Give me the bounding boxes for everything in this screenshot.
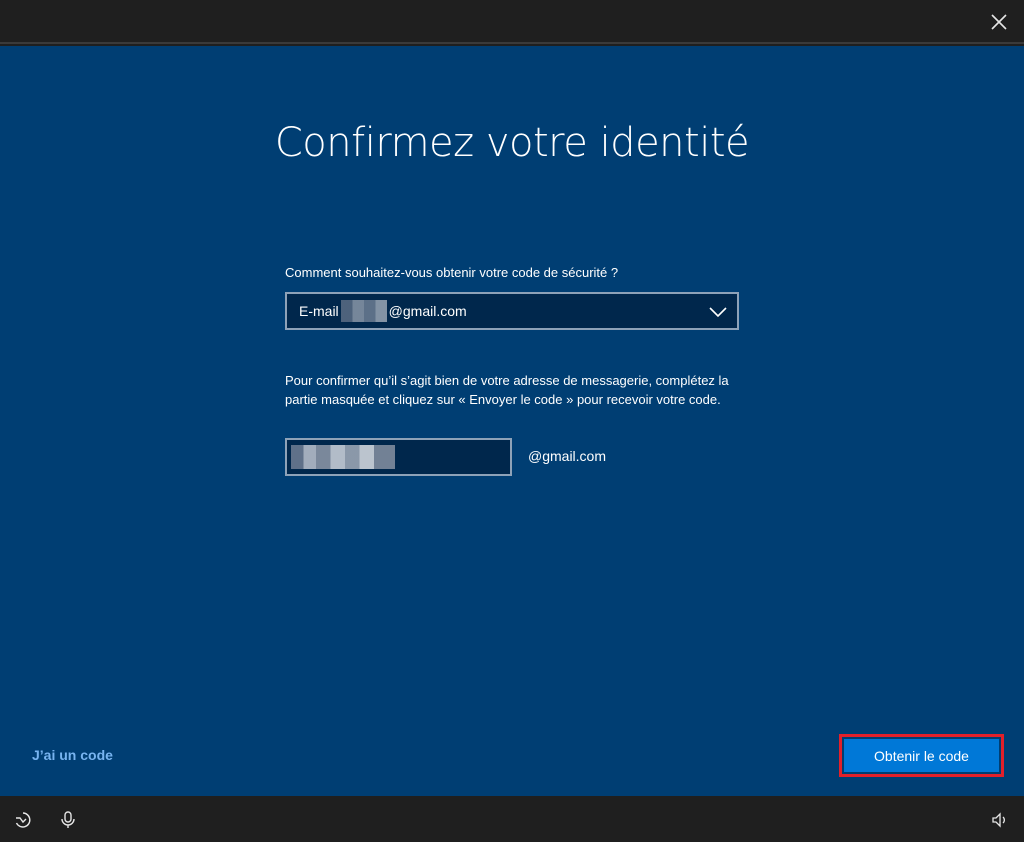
ease-of-access-icon[interactable] (13, 810, 33, 830)
get-code-button[interactable]: Obtenir le code (844, 739, 999, 772)
method-prefix: E-mail (299, 303, 339, 319)
masked-input-value (291, 445, 395, 469)
email-completion-input[interactable] (285, 438, 512, 476)
get-code-highlight: Obtenir le code (839, 734, 1004, 777)
instructions-text: Pour confirmer qu’il s’agit bien de votr… (285, 373, 729, 407)
email-domain-suffix: @gmail.com (528, 448, 607, 464)
dropdown-selected-value: E-mail @gmail.com (299, 300, 467, 322)
close-icon (991, 14, 1007, 30)
page-title: Confirmez votre identité (274, 120, 750, 166)
have-code-link[interactable]: J’ai un code (32, 747, 113, 763)
method-suffix: @gmail.com (388, 303, 467, 319)
volume-icon[interactable] (990, 810, 1010, 830)
masked-email-part (340, 300, 387, 322)
chevron-down-icon (709, 307, 727, 318)
microphone-icon[interactable] (58, 810, 78, 830)
close-button[interactable] (986, 9, 1012, 35)
main-panel: Confirmez votre identité Comment souhait… (0, 46, 1024, 796)
top-bar (0, 0, 1024, 44)
security-question-label: Comment souhaitez-vous obtenir votre cod… (285, 265, 619, 280)
bottom-bar (0, 796, 1024, 842)
code-method-dropdown[interactable]: E-mail @gmail.com (285, 292, 739, 330)
